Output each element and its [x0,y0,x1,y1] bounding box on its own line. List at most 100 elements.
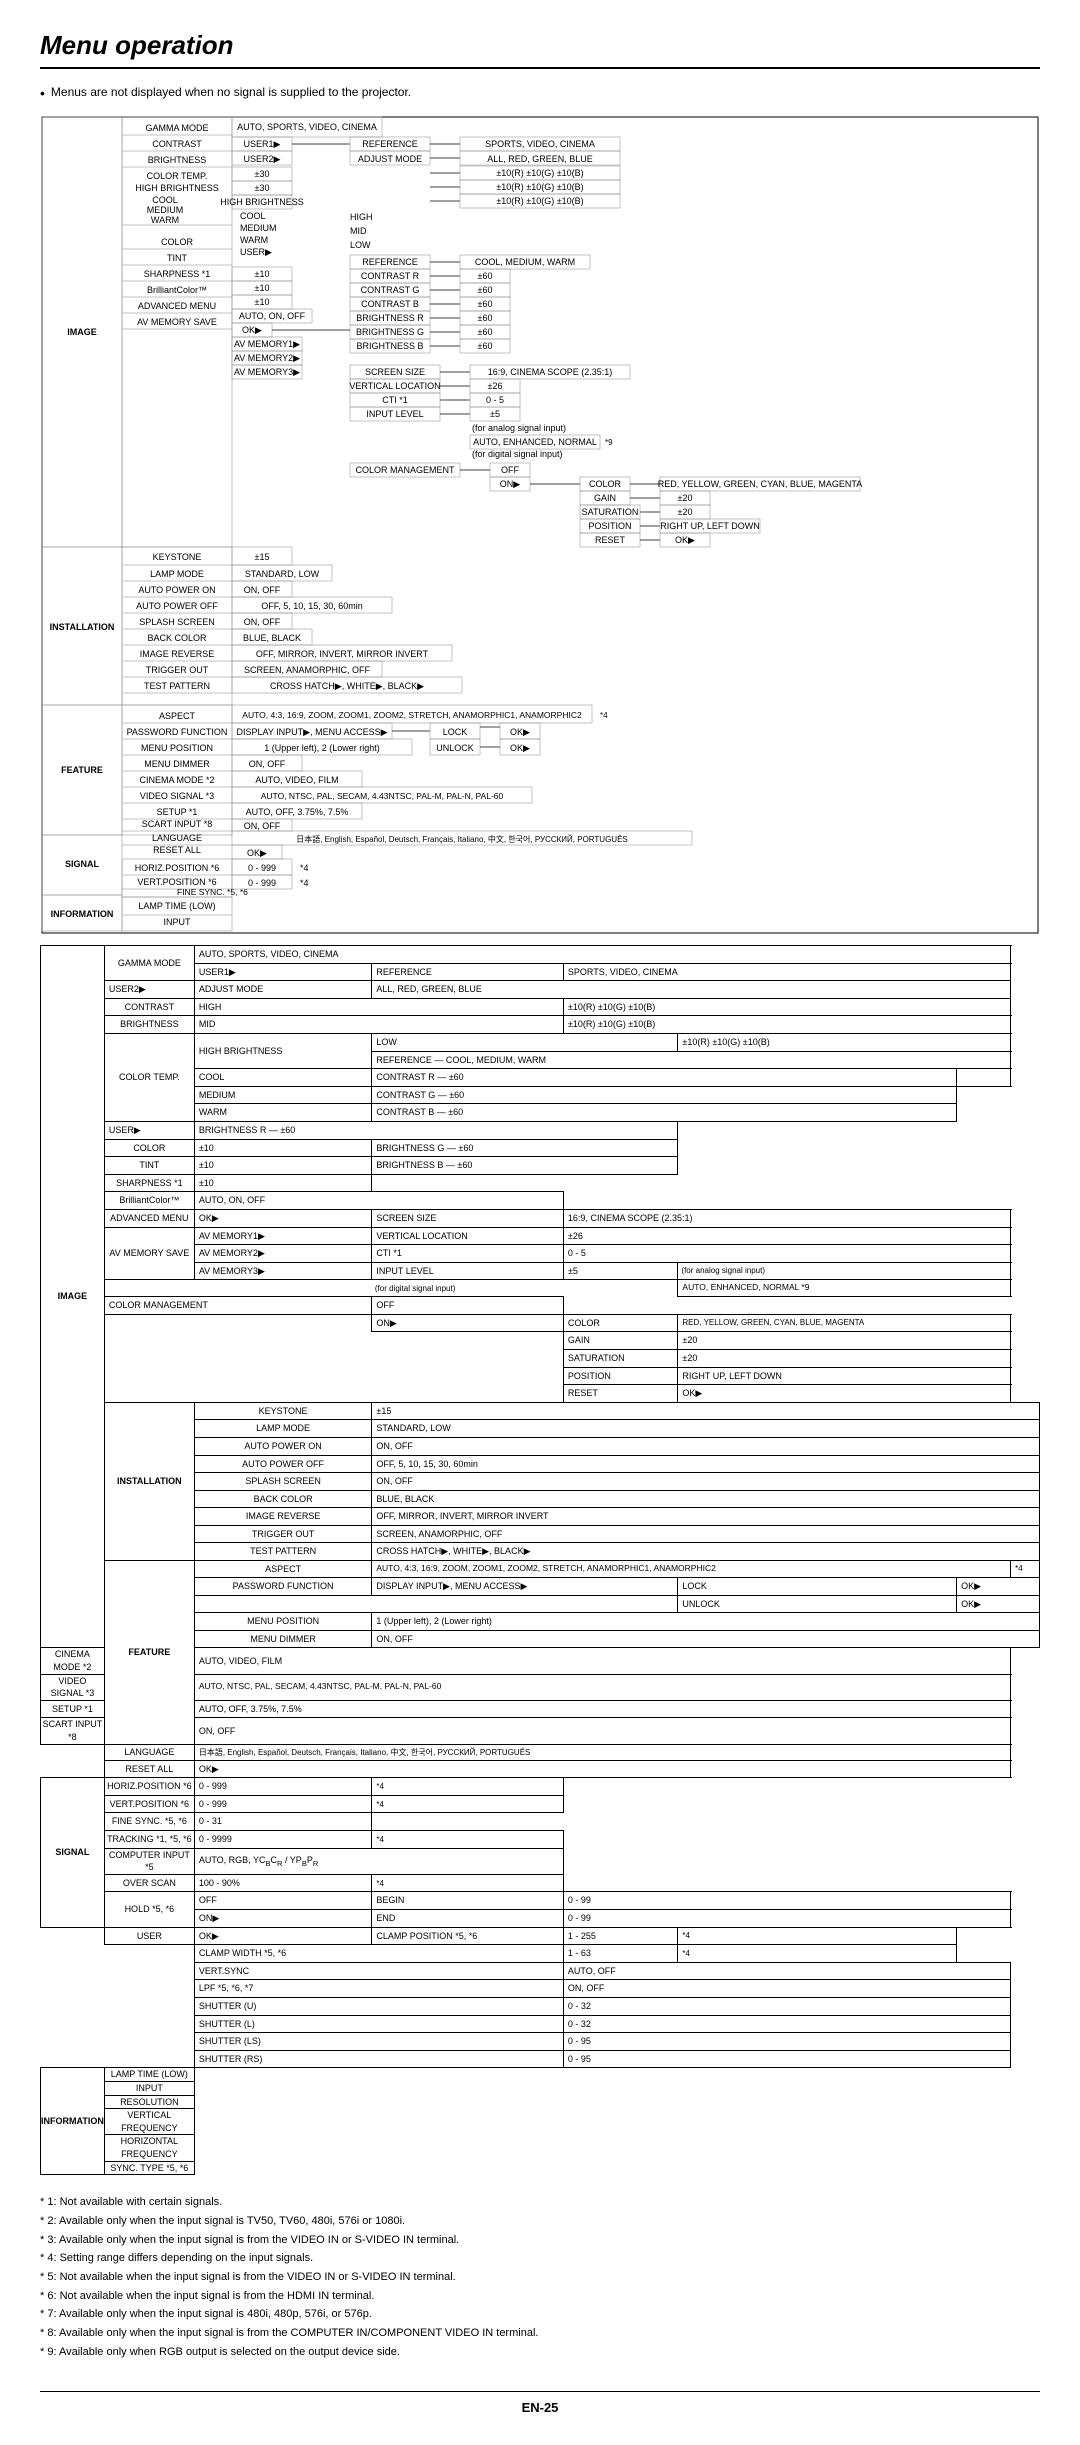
svg-text:±10(R) ±10(G) ±10(B): ±10(R) ±10(G) ±10(B) [496,168,583,178]
clamp-width-val: 1 - 63 [563,1945,677,1963]
svg-text:HIGH BRIGHTNESS: HIGH BRIGHTNESS [135,183,219,193]
vert-sync-label: VERT.SYNC [194,1962,563,1980]
sharpness-label: SHARPNESS *1 [104,1174,194,1192]
svg-text:MEDIUM: MEDIUM [147,205,184,215]
svg-text:±60: ±60 [478,271,493,281]
svg-text:日本語, English, Español, Deutsch: 日本語, English, Español, Deutsch, Français… [296,834,628,844]
svg-text:TRIGGER OUT: TRIGGER OUT [146,665,209,675]
svg-text:0 - 999: 0 - 999 [248,878,276,888]
off-label: OFF [372,1297,564,1315]
svg-text:*4: *4 [300,878,309,888]
hold-off: OFF [194,1892,372,1910]
reset-label: RESET [563,1385,677,1403]
brightness-label: BRIGHTNESS [104,1016,194,1034]
av3: AV MEMORY3▶ [194,1262,372,1280]
svg-text:WARM: WARM [240,235,268,245]
user1-label: USER1▶ [194,963,372,981]
svg-text:AV MEMORY1▶: AV MEMORY1▶ [234,339,300,349]
high-brightness: HIGH BRIGHTNESS [194,1033,372,1068]
digital-note: (for digital signal input) [372,1280,678,1297]
tint-val: ±10 [194,1157,372,1175]
footnotes-section: * 1: Not available with certain signals.… [40,2193,1040,2361]
gain-val: ±20 [678,1332,1011,1350]
cat-feature-cell: FEATURE [104,1561,194,1744]
saturation-label: SATURATION [563,1349,677,1367]
ok-entry: OK▶ [194,1209,372,1227]
end-label: END [372,1910,564,1928]
horiz-pos-label: HORIZ.POSITION *6 [104,1778,194,1796]
unlock-entry: UNLOCK [678,1595,957,1613]
svg-text:COLOR MANAGEMENT: COLOR MANAGEMENT [355,465,455,475]
svg-text:COOL: COOL [152,195,178,205]
svg-text:*9: *9 [605,438,613,447]
gamma-mode-label: GAMMA MODE [104,946,194,981]
svg-text:±10: ±10 [255,283,270,293]
advanced-menu-label: ADVANCED MENU [104,1209,194,1227]
svg-text:±60: ±60 [478,299,493,309]
comp-input-val: AUTO, RGB, YCBCR / YPBPR [194,1848,563,1874]
low-val: ±10(R) ±10(G) ±10(B) [678,1033,1011,1051]
input-info-label: INPUT [104,2081,194,2095]
svg-text:AV MEMORY SAVE: AV MEMORY SAVE [137,317,217,327]
bullet-note: Menus are not displayed when no signal i… [40,85,1040,101]
svg-text:±20: ±20 [678,493,693,503]
svg-text:AUTO, 4:3, 16:9, ZOOM, ZOOM1,: AUTO, 4:3, 16:9, ZOOM, ZOOM1, ZOOM2, STR… [242,710,582,720]
contrast-r-val [957,1069,1011,1087]
footnote-2: * 2: Available only when the input signa… [40,2212,1040,2231]
auto-on-val: ON, OFF [372,1437,1040,1455]
svg-text:AUTO, OFF, 3.75%, 7.5%: AUTO, OFF, 3.75%, 7.5% [246,807,349,817]
svg-text:LANGUAGE: LANGUAGE [152,833,202,843]
svg-text:BrilliantColor™: BrilliantColor™ [147,285,207,295]
svg-text:REFERENCE: REFERENCE [362,257,418,267]
svg-text:CONTRAST G: CONTRAST G [361,285,420,295]
svg-text:GAMMA MODE: GAMMA MODE [145,123,208,133]
svg-text:OK▶: OK▶ [242,325,262,335]
svg-text:SPLASH SCREEN: SPLASH SCREEN [139,617,215,627]
svg-text:PASSWORD FUNCTION: PASSWORD FUNCTION [127,727,228,737]
analog-note: (for analog signal input) [678,1262,1011,1280]
on-entry: ON▶ [372,1314,564,1332]
svg-text:AUTO POWER OFF: AUTO POWER OFF [136,601,218,611]
svg-text:SCREEN SIZE: SCREEN SIZE [365,367,425,377]
svg-text:(for digital signal input): (for digital signal input) [472,449,563,459]
svg-text:ON, OFF: ON, OFF [249,759,286,769]
user-ok: OK▶ [194,1927,372,1945]
screen-size-label: SCREEN SIZE [372,1209,564,1227]
svg-text:ADVANCED MENU: ADVANCED MENU [138,301,216,311]
auto-off-label: AUTO POWER OFF [194,1455,372,1473]
splash-label: SPLASH SCREEN [194,1473,372,1491]
contrast-label: CONTRAST [104,998,194,1016]
svg-text:CONTRAST: CONTRAST [152,139,202,149]
footnote-5: * 5: Not available when the input signal… [40,2268,1040,2287]
svg-text:±10: ±10 [255,269,270,279]
color-val: ±10 [194,1139,372,1157]
tracking-val: 0 - 9999 [194,1831,372,1849]
vert-freq-label: VERTICAL FREQUENCY [104,2109,194,2135]
svg-text:0 - 999: 0 - 999 [248,863,276,873]
footnote-8: * 8: Available only when the input signa… [40,2324,1040,2343]
diagram-wrapper: IMAGE INSTALLATION FEATURE SIGNAL INFORM… [40,115,1040,935]
svg-text:AV MEMORY2▶: AV MEMORY2▶ [234,353,300,363]
svg-text:±60: ±60 [478,285,493,295]
language-val: 日本語, English, Español, Deutsch, Français… [194,1744,1010,1760]
svg-text:TEST PATTERN: TEST PATTERN [144,681,210,691]
lock-ok: OK▶ [957,1577,1040,1595]
svg-text:RESET ALL: RESET ALL [153,845,201,855]
footnote-1: * 1: Not available with certain signals. [40,2193,1040,2212]
svg-text:*4: *4 [300,863,309,873]
shutter-rs-label: SHUTTER (RS) [194,2050,563,2068]
auto-on-label: AUTO POWER ON [194,1437,372,1455]
reference-value: SPORTS, VIDEO, CINEMA [563,963,1010,981]
reset-all-label: RESET ALL [104,1760,194,1778]
digital-val: AUTO, ENHANCED, NORMAL *9 [678,1280,1011,1297]
svg-text:BLUE, BLACK: BLUE, BLACK [243,633,301,643]
cat-info-cell: INFORMATION [41,2068,105,2175]
svg-text:0 - 5: 0 - 5 [486,395,504,405]
svg-text:SCART INPUT *8: SCART INPUT *8 [142,819,213,829]
tracking-note: *4 [372,1831,564,1849]
hold-on: ON▶ [194,1910,372,1928]
cat-signal-cell: SIGNAL [41,1778,105,1927]
cti-val: 0 - 5 [563,1245,1010,1263]
reset-val: OK▶ [678,1385,1011,1403]
horiz-pos-val: 0 - 999 [194,1778,372,1796]
